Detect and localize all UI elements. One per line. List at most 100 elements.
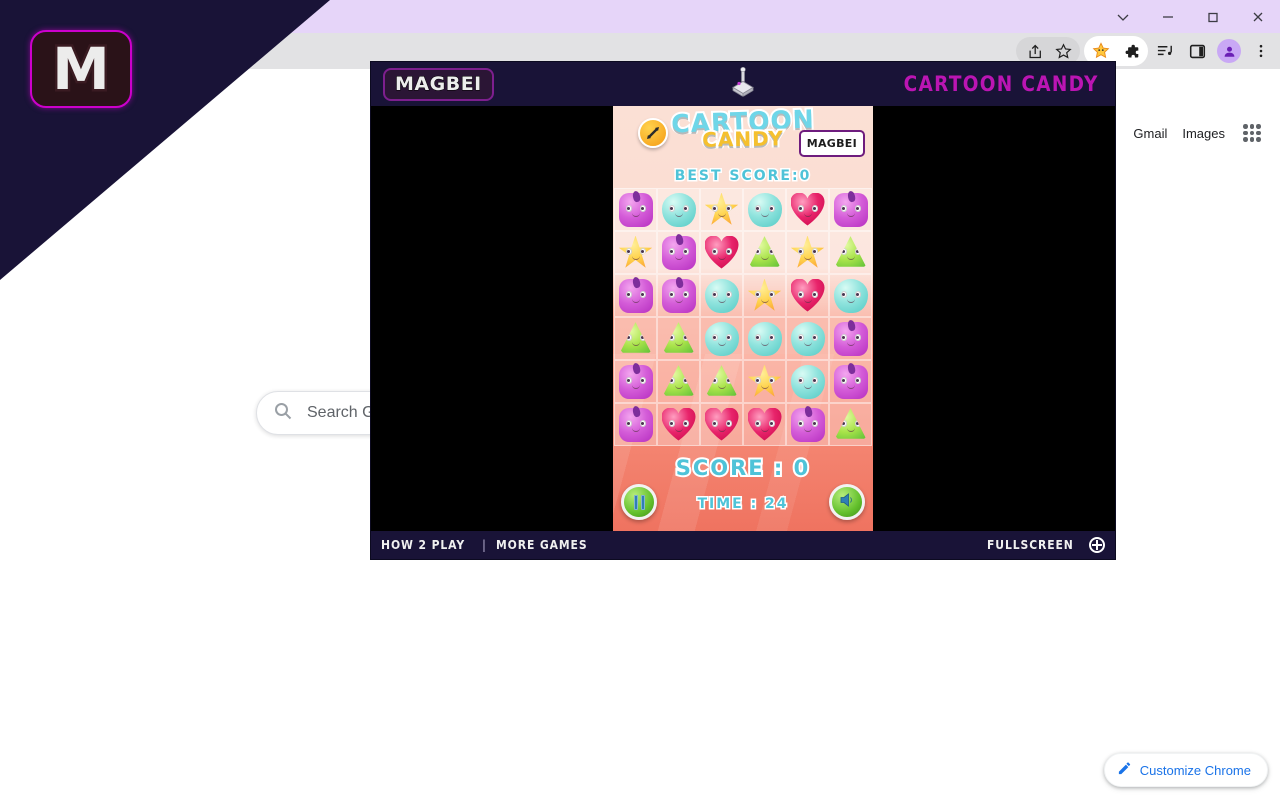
candy-cell[interactable] — [829, 403, 872, 446]
google-apps-icon[interactable] — [1240, 121, 1264, 145]
candy-green — [662, 322, 695, 353]
candy-face — [755, 420, 775, 430]
candy-tuft — [631, 404, 641, 418]
candy-cell[interactable] — [829, 317, 872, 360]
candy-face — [840, 334, 861, 347]
chrome-menu-icon[interactable] — [1246, 36, 1276, 66]
stage-magbei-label: MAGBEI — [806, 137, 857, 150]
candy-cell[interactable] — [786, 403, 829, 446]
game-bottom-bar: HOW 2 PLAY | MORE GAMES FULLSCREEN — [371, 531, 1115, 559]
candy-cell[interactable] — [700, 403, 743, 446]
candy-cell[interactable] — [657, 360, 700, 403]
game-publisher-badge[interactable]: MAGBEI — [383, 67, 494, 101]
candy-cell[interactable] — [829, 188, 872, 231]
candy-cell[interactable] — [743, 360, 786, 403]
logo-line-2: CANDY — [700, 124, 786, 153]
candy-purple — [833, 189, 868, 227]
candy-red — [791, 193, 825, 227]
images-link[interactable]: Images — [1182, 126, 1225, 141]
candy-face — [711, 377, 732, 390]
game-publisher-label: MAGBEI — [395, 72, 482, 95]
candy-red — [748, 408, 782, 442]
game-canvas: CARTOON CANDY MAGBEI BEST SCORE:0 SCORE … — [371, 106, 1115, 531]
minimize-button[interactable] — [1145, 0, 1190, 33]
candy-cell[interactable] — [786, 231, 829, 274]
stage-magbei-badge[interactable]: MAGBEI — [798, 130, 865, 157]
candy-face — [711, 205, 732, 218]
candy-grid-wrapper — [614, 188, 872, 446]
candy-purple — [618, 404, 653, 442]
candy-cell[interactable] — [700, 231, 743, 274]
sound-button[interactable] — [829, 484, 865, 520]
candy-cell[interactable] — [743, 188, 786, 231]
candy-green — [834, 236, 867, 267]
candy-cell[interactable] — [743, 403, 786, 446]
tab-search-button[interactable] — [1100, 0, 1145, 33]
candy-face — [797, 334, 818, 347]
candy-cell[interactable] — [657, 403, 700, 446]
candy-cell[interactable] — [829, 231, 872, 274]
customize-chrome-button[interactable]: Customize Chrome — [1103, 753, 1268, 787]
candy-tuft — [631, 361, 641, 375]
candy-cell[interactable] — [614, 403, 657, 446]
magbei-logo[interactable]: M — [30, 30, 132, 108]
pause-button[interactable] — [621, 484, 657, 520]
candy-cell[interactable] — [657, 317, 700, 360]
extensions-puzzle-icon[interactable] — [1116, 36, 1146, 66]
candy-cell[interactable] — [743, 231, 786, 274]
candy-face — [840, 205, 861, 218]
candy-teal — [790, 364, 825, 399]
how-2-play-link[interactable]: HOW 2 PLAY — [381, 538, 465, 552]
candy-cell[interactable] — [700, 360, 743, 403]
candy-cell[interactable] — [614, 360, 657, 403]
candy-cell[interactable] — [743, 274, 786, 317]
candy-cell[interactable] — [786, 188, 829, 231]
more-games-link[interactable]: MORE GAMES — [496, 538, 588, 552]
candy-face — [669, 420, 689, 430]
candy-face — [798, 291, 818, 301]
side-panel-icon[interactable] — [1182, 36, 1212, 66]
candy-face — [754, 205, 775, 218]
candy-cell[interactable] — [614, 188, 657, 231]
candy-cell[interactable] — [743, 317, 786, 360]
profile-avatar-icon[interactable] — [1214, 36, 1244, 66]
candy-cell[interactable] — [786, 274, 829, 317]
candy-cell[interactable] — [786, 360, 829, 403]
candy-cell[interactable] — [657, 274, 700, 317]
candy-face — [840, 291, 861, 304]
candy-face — [668, 377, 689, 390]
candy-cell[interactable] — [700, 274, 743, 317]
candy-purple — [833, 361, 868, 399]
refresh-arrows-icon[interactable] — [638, 118, 668, 148]
candy-cell[interactable] — [829, 274, 872, 317]
candy-cell[interactable] — [786, 317, 829, 360]
candy-face — [712, 420, 732, 430]
candy-cell[interactable] — [700, 188, 743, 231]
candy-cell[interactable] — [700, 317, 743, 360]
candy-purple — [661, 275, 696, 313]
candy-tuft — [846, 361, 856, 375]
close-button[interactable] — [1235, 0, 1280, 33]
media-list-icon[interactable] — [1150, 36, 1180, 66]
candy-face — [798, 205, 818, 215]
candy-face — [840, 248, 861, 261]
candy-green — [619, 322, 652, 353]
candy-cell[interactable] — [614, 231, 657, 274]
game-stage: CARTOON CANDY MAGBEI BEST SCORE:0 SCORE … — [613, 106, 873, 531]
bottom-separator: | — [482, 538, 488, 552]
candy-teal — [704, 278, 739, 313]
fullscreen-button[interactable]: FULLSCREEN — [987, 537, 1105, 553]
candy-face — [754, 377, 775, 390]
maximize-button[interactable] — [1190, 0, 1235, 33]
candy-cell[interactable] — [614, 317, 657, 360]
candy-grid[interactable] — [614, 188, 872, 446]
candy-cell[interactable] — [657, 231, 700, 274]
gmail-link[interactable]: Gmail — [1133, 126, 1167, 141]
candy-face — [668, 205, 689, 218]
candy-face — [668, 291, 689, 304]
candy-cell[interactable] — [829, 360, 872, 403]
candy-face — [797, 420, 818, 433]
candy-cell[interactable] — [614, 274, 657, 317]
candy-cell[interactable] — [657, 188, 700, 231]
candy-tuft — [846, 318, 856, 332]
